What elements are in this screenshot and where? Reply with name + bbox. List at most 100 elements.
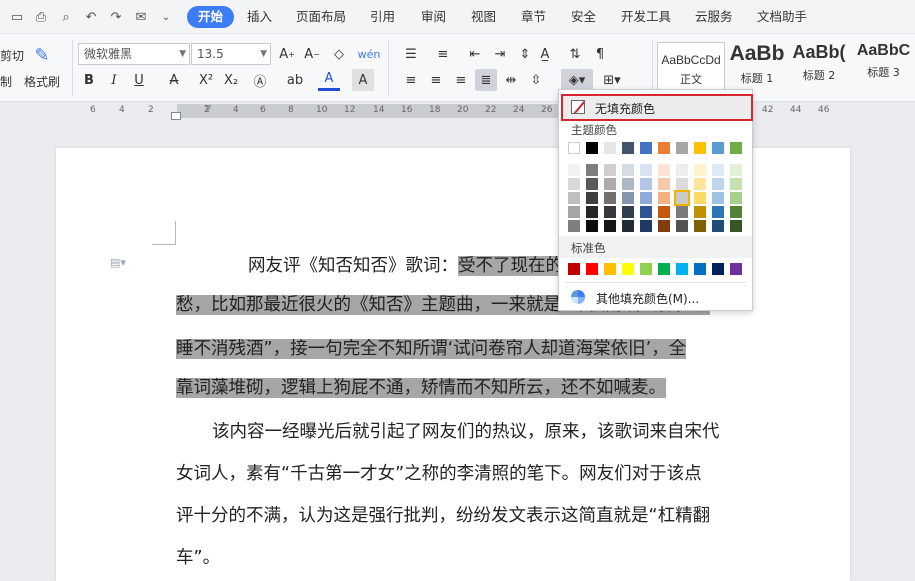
theme-shade-swatch[interactable]: [676, 220, 688, 232]
theme-color-swatch[interactable]: [604, 142, 616, 154]
mail-icon[interactable]: ✉: [132, 8, 150, 26]
numbered-list-icon[interactable]: ≡: [432, 43, 454, 65]
theme-shade-swatch[interactable]: [658, 192, 670, 204]
format-painter-icon[interactable]: ✎: [29, 42, 55, 68]
paragraph-spacing-icon[interactable]: ⇳: [525, 69, 547, 91]
theme-shade-swatch[interactable]: [712, 206, 724, 218]
redo-icon[interactable]: ↷: [107, 8, 125, 26]
tab-insert[interactable]: 插入: [243, 6, 276, 28]
style-heading-3[interactable]: AaBbC 标题 3: [852, 42, 915, 96]
font-size-select[interactable]: 13.5 ▼: [191, 43, 271, 65]
theme-shade-swatch[interactable]: [658, 220, 670, 232]
standard-color-swatch[interactable]: [712, 263, 724, 275]
decrease-indent-icon[interactable]: ⇤: [464, 43, 486, 65]
theme-shade-swatch[interactable]: [730, 192, 742, 204]
tab-view[interactable]: 视图: [467, 6, 500, 28]
font-family-select[interactable]: 微软雅黑 ▼: [78, 43, 190, 65]
theme-shade-swatch[interactable]: [568, 178, 580, 190]
theme-shade-swatch[interactable]: [676, 178, 688, 190]
more-fill-colors-option[interactable]: 其他填充颜色(M)...: [559, 286, 752, 310]
theme-shade-swatch[interactable]: [604, 192, 616, 204]
subscript-icon[interactable]: X₂: [220, 69, 242, 91]
increase-indent-icon[interactable]: ⇥: [489, 43, 511, 65]
align-right-icon[interactable]: ≡: [450, 69, 472, 91]
theme-shade-swatch[interactable]: [568, 192, 580, 204]
theme-color-swatch[interactable]: [568, 142, 580, 154]
theme-shade-swatch[interactable]: [676, 206, 688, 218]
standard-color-swatch[interactable]: [568, 263, 580, 275]
theme-shade-swatch[interactable]: [658, 164, 670, 176]
theme-shade-swatch[interactable]: [622, 206, 634, 218]
standard-color-swatch[interactable]: [604, 263, 616, 275]
theme-shade-swatch[interactable]: [640, 178, 652, 190]
theme-shade-swatch[interactable]: [694, 220, 706, 232]
theme-shade-swatch[interactable]: [694, 178, 706, 190]
tab-developer[interactable]: 开发工具: [617, 6, 675, 28]
align-center-icon[interactable]: ≡: [425, 69, 447, 91]
justify-icon[interactable]: ≣: [475, 69, 497, 91]
theme-shade-swatch[interactable]: [640, 220, 652, 232]
theme-shade-swatch[interactable]: [568, 164, 580, 176]
theme-shade-swatch[interactable]: [694, 206, 706, 218]
no-fill-option[interactable]: 无填充颜色: [561, 94, 753, 121]
decrease-font-icon[interactable]: A −: [301, 43, 323, 65]
theme-shade-swatch[interactable]: [694, 192, 706, 204]
theme-color-swatch[interactable]: [676, 142, 688, 154]
theme-shade-swatch[interactable]: [712, 178, 724, 190]
format-painter-button[interactable]: 格式刷: [24, 73, 60, 90]
char-shading-icon[interactable]: A: [352, 69, 374, 91]
theme-shade-swatch[interactable]: [730, 206, 742, 218]
theme-color-swatch[interactable]: [712, 142, 724, 154]
standard-color-swatch[interactable]: [622, 263, 634, 275]
theme-shade-swatch[interactable]: [568, 220, 580, 232]
style-heading-2[interactable]: AaBb( 标题 2: [789, 42, 849, 96]
standard-color-swatch[interactable]: [676, 263, 688, 275]
theme-shade-swatch[interactable]: [712, 164, 724, 176]
theme-shade-swatch[interactable]: [730, 178, 742, 190]
theme-shade-swatch[interactable]: [604, 164, 616, 176]
style-heading-1[interactable]: AaBb 标题 1: [727, 42, 787, 96]
tab-cloud[interactable]: 云服务: [691, 6, 737, 28]
standard-color-swatch[interactable]: [640, 263, 652, 275]
theme-shade-swatch[interactable]: [676, 164, 688, 176]
save-icon[interactable]: ▭: [8, 8, 26, 26]
theme-shade-swatch[interactable]: [622, 220, 634, 232]
theme-shade-swatch[interactable]: [586, 178, 598, 190]
tab-page-layout[interactable]: 页面布局: [292, 6, 350, 28]
theme-shade-swatch[interactable]: [730, 164, 742, 176]
tab-chapter[interactable]: 章节: [517, 6, 550, 28]
shading-fill-icon[interactable]: ◈▾: [561, 69, 593, 91]
text-effect-icon[interactable]: Ⓐ: [249, 69, 271, 91]
copy-button-label[interactable]: 制: [0, 73, 14, 90]
superscript-icon[interactable]: X²: [195, 69, 217, 91]
theme-color-swatch[interactable]: [622, 142, 634, 154]
theme-shade-swatch[interactable]: [640, 164, 652, 176]
theme-shade-swatch[interactable]: [568, 206, 580, 218]
highlight-icon[interactable]: ab: [284, 69, 306, 91]
more-quick-access-icon[interactable]: ⌄: [157, 8, 175, 26]
align-left-icon[interactable]: ≡: [400, 69, 422, 91]
tab-security[interactable]: 安全: [567, 6, 600, 28]
theme-shade-swatch[interactable]: [604, 206, 616, 218]
italic-icon[interactable]: I: [103, 69, 125, 91]
pinyin-guide-icon[interactable]: wén: [358, 43, 381, 65]
theme-shade-swatch[interactable]: [640, 192, 652, 204]
distributed-icon[interactable]: ⇹: [500, 69, 522, 91]
undo-icon[interactable]: ↶: [82, 8, 100, 26]
theme-shade-swatch[interactable]: [658, 206, 670, 218]
theme-color-swatch[interactable]: [640, 142, 652, 154]
theme-shade-swatch[interactable]: [586, 192, 598, 204]
borders-icon[interactable]: ⊞▾: [596, 69, 628, 91]
bullet-list-icon[interactable]: ☰: [400, 43, 422, 65]
bold-icon[interactable]: B: [78, 69, 100, 91]
theme-color-swatch[interactable]: [730, 142, 742, 154]
theme-color-swatch[interactable]: [586, 142, 598, 154]
underline-icon[interactable]: U: [128, 69, 150, 91]
print-icon[interactable]: ⎙: [32, 8, 50, 26]
theme-shade-swatch[interactable]: [622, 178, 634, 190]
theme-color-swatch[interactable]: [694, 142, 706, 154]
theme-shade-swatch[interactable]: [712, 220, 724, 232]
theme-color-swatch[interactable]: [658, 142, 670, 154]
style-normal[interactable]: AaBbCcDd 正文: [657, 42, 725, 96]
standard-color-swatch[interactable]: [658, 263, 670, 275]
